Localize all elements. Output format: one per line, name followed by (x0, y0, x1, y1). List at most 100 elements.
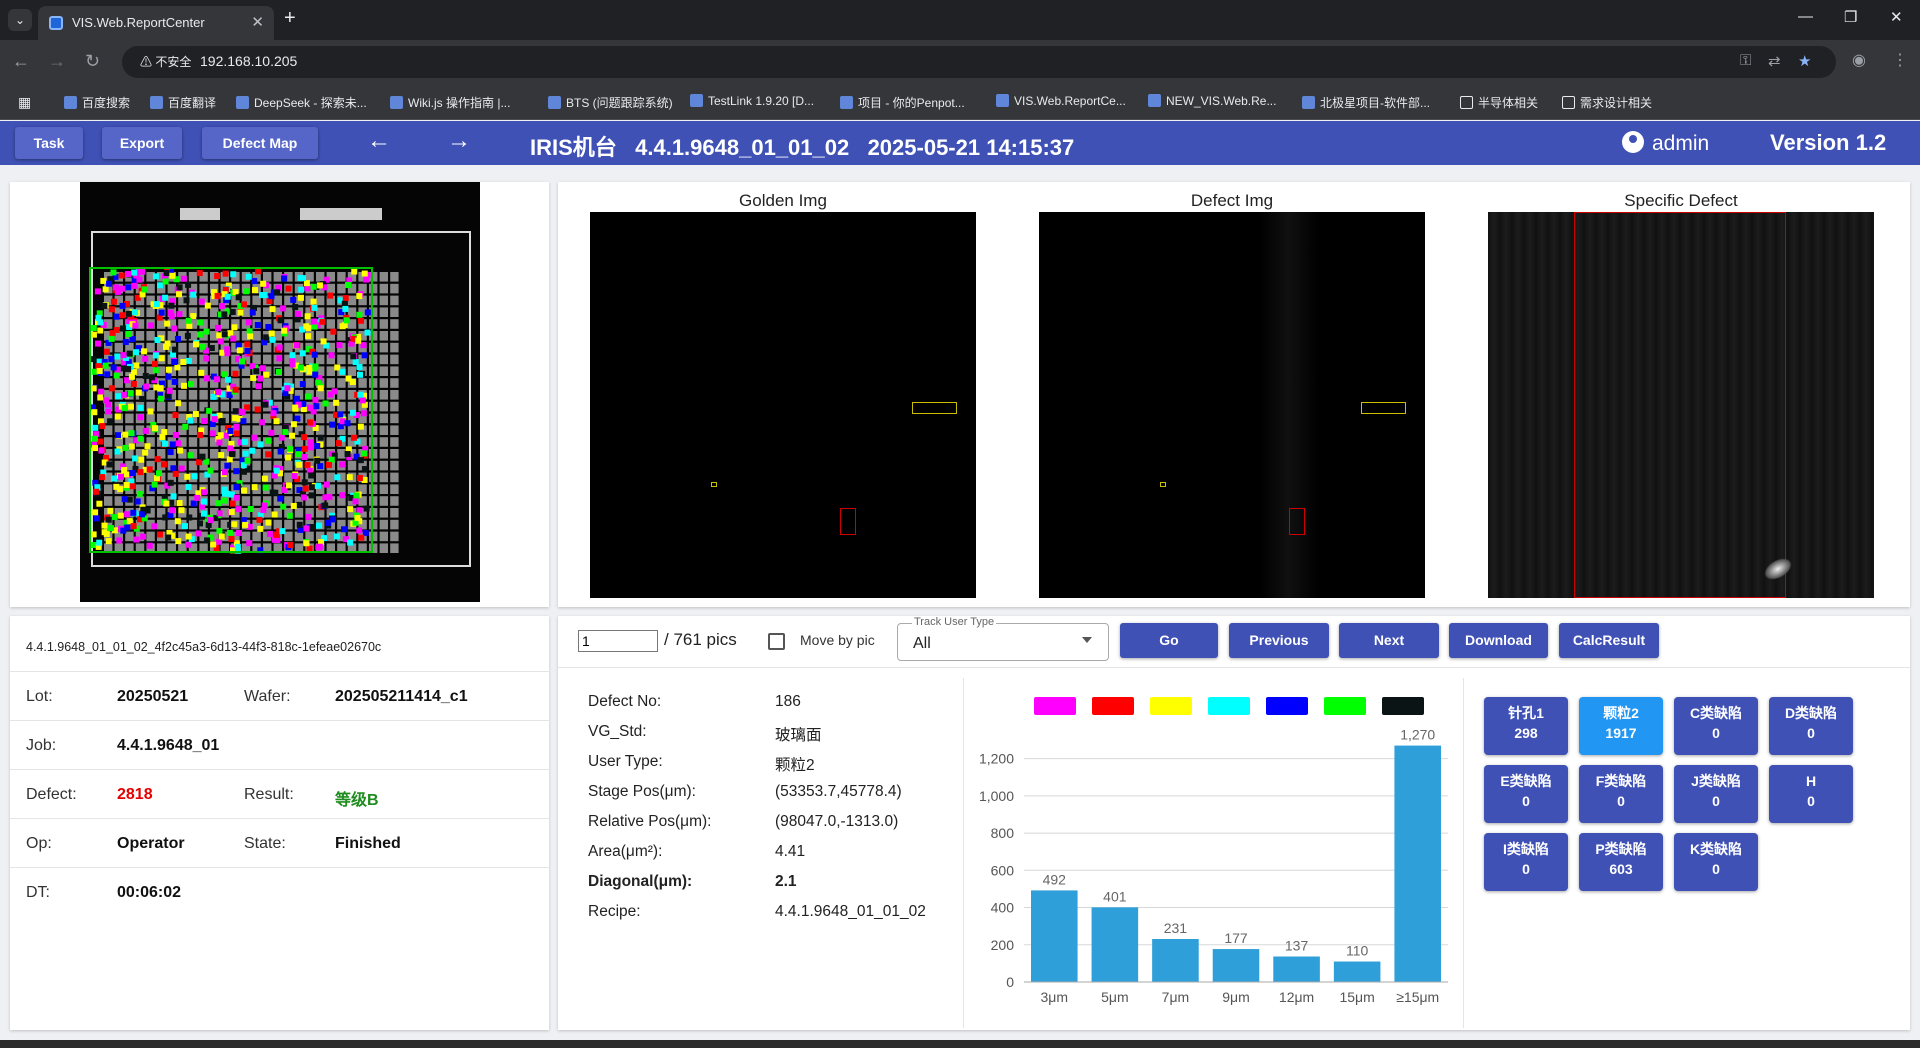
bookmark-star-icon[interactable]: ★ (1798, 52, 1811, 70)
defect-point (204, 302, 211, 309)
new-tab-icon[interactable]: + (284, 7, 296, 30)
defect-point (356, 371, 363, 378)
category-button[interactable]: P类缺陷 603 (1579, 833, 1663, 891)
defect-point (344, 420, 351, 427)
defect-point (344, 282, 351, 289)
defect-point (120, 527, 127, 534)
bookmark-item[interactable]: 项目 - 你的Penpot... (840, 94, 965, 111)
bookmark-folder[interactable]: 需求设计相关 (1562, 94, 1652, 111)
defect-point (186, 514, 193, 521)
translate-icon[interactable]: ⇄ (1768, 52, 1781, 70)
defect-point (334, 364, 341, 371)
category-button[interactable]: K类缺陷 0 (1674, 833, 1758, 891)
download-button[interactable]: Download (1449, 623, 1548, 658)
go-button[interactable]: Go (1120, 623, 1218, 658)
bookmark-item[interactable]: 北极星项目-软件部... (1302, 94, 1430, 111)
legend-swatch[interactable] (1034, 697, 1076, 715)
bar[interactable] (1031, 890, 1078, 982)
forward-icon[interactable]: → (48, 51, 66, 72)
bookmark-item[interactable]: DeepSeek - 探索未... (236, 94, 367, 111)
category-button[interactable]: C类缺陷 0 (1674, 697, 1758, 755)
die-cell (252, 354, 261, 365)
reload-icon[interactable]: ↻ (85, 51, 100, 72)
bookmark-item[interactable]: TestLink 1.9.20 [D... (690, 94, 814, 108)
bookmark-item[interactable]: NEW_VIS.Web.Re... (1148, 94, 1276, 108)
defect-point (308, 472, 315, 479)
legend-swatch[interactable] (1324, 697, 1366, 715)
bar[interactable] (1212, 949, 1260, 982)
password-key-icon[interactable]: ⚿ (1740, 52, 1751, 69)
bookmark-favicon-icon (64, 96, 77, 109)
bar[interactable] (1333, 961, 1381, 982)
category-button[interactable]: 颗粒2 1917 (1579, 697, 1663, 755)
menu-dots-icon[interactable]: ⋮ (1892, 50, 1908, 70)
profile-icon[interactable]: ◉ (1852, 50, 1866, 70)
specific-defect-image[interactable] (1488, 212, 1874, 598)
defect-point (289, 361, 296, 368)
category-button[interactable]: I类缺陷 0 (1484, 833, 1568, 891)
bookmark-item[interactable]: BTS (问题跟踪系统) (548, 94, 673, 111)
bookmark-folder[interactable]: 半导体相关 (1460, 94, 1538, 111)
task-button[interactable]: Task (15, 127, 83, 159)
url-text[interactable]: 192.168.10.205 (200, 53, 297, 69)
apps-grid-icon[interactable]: ▦ (18, 94, 31, 111)
defect-point (292, 404, 299, 411)
golden-image[interactable] (590, 212, 976, 598)
defect-point (101, 302, 108, 309)
defect-image[interactable] (1039, 212, 1425, 598)
restore-icon[interactable]: ❐ (1844, 8, 1857, 26)
close-window-icon[interactable]: ✕ (1890, 8, 1903, 26)
category-button[interactable]: H0 (1769, 765, 1853, 823)
minimize-icon[interactable]: — (1798, 8, 1813, 25)
next-button[interactable]: Next (1339, 623, 1439, 658)
bookmark-item[interactable]: Wiki.js 操作指南 |... (390, 94, 510, 111)
back-icon[interactable]: ← (12, 51, 30, 72)
legend-swatch[interactable] (1208, 697, 1250, 715)
defect-point (216, 439, 223, 446)
bookmark-item[interactable]: 百度搜索 (64, 94, 130, 111)
calc-result-button[interactable]: CalcResult (1559, 623, 1659, 658)
defect-point (177, 447, 184, 454)
export-button[interactable]: Export (102, 127, 182, 159)
bookmark-favicon-icon (996, 94, 1009, 107)
previous-button[interactable]: Previous (1229, 623, 1329, 658)
track-user-type-select[interactable]: Track User Type All (897, 616, 1109, 661)
defect-point (305, 513, 312, 520)
defect-point (199, 343, 206, 350)
category-name: F类缺陷 (1595, 773, 1647, 789)
previous-arrow-icon[interactable]: ← (367, 127, 391, 155)
defect-point (216, 527, 223, 534)
bar[interactable] (1091, 907, 1139, 982)
category-count: 0 (1807, 793, 1815, 809)
category-button[interactable]: F类缺陷 0 (1579, 765, 1663, 823)
user-menu[interactable]: admin (1622, 131, 1709, 156)
move-by-pic-checkbox[interactable] (768, 633, 785, 650)
category-button[interactable]: E类缺陷 0 (1484, 765, 1568, 823)
tab-search-button[interactable]: ⌄ (8, 9, 32, 31)
legend-swatch[interactable] (1266, 697, 1308, 715)
bookmark-item[interactable]: 百度翻译 (150, 94, 216, 111)
category-button[interactable]: D类缺陷 0 (1769, 697, 1853, 755)
bar[interactable] (1152, 938, 1199, 982)
omnibox[interactable]: ⚠ 不安全 192.168.10.205 ⚿ ⇄ ★ (122, 46, 1836, 78)
bookmark-item[interactable]: VIS.Web.ReportCe... (996, 94, 1126, 108)
defect-point (196, 520, 203, 527)
category-button[interactable]: J类缺陷 0 (1674, 765, 1758, 823)
security-chip[interactable]: ⚠ 不安全 (132, 52, 199, 72)
browser-tab[interactable]: VIS.Web.ReportCenter ✕ (38, 6, 274, 40)
defect-map-button[interactable]: Defect Map (202, 127, 318, 159)
page-number-input[interactable] (578, 630, 658, 652)
legend-swatch[interactable] (1150, 697, 1192, 715)
legend-swatch[interactable] (1092, 697, 1134, 715)
legend-swatch[interactable] (1382, 697, 1424, 715)
bar[interactable] (1273, 956, 1320, 982)
wafer-map-image[interactable] (70, 182, 490, 602)
category-button[interactable]: 针孔1 298 (1484, 697, 1568, 755)
close-tab-icon[interactable]: ✕ (251, 13, 264, 31)
defect-point (249, 447, 256, 454)
defect-point (141, 286, 148, 293)
next-arrow-icon[interactable]: → (447, 127, 471, 155)
bar[interactable] (1394, 745, 1441, 982)
defect-point (273, 531, 280, 538)
defect-point (265, 451, 272, 458)
